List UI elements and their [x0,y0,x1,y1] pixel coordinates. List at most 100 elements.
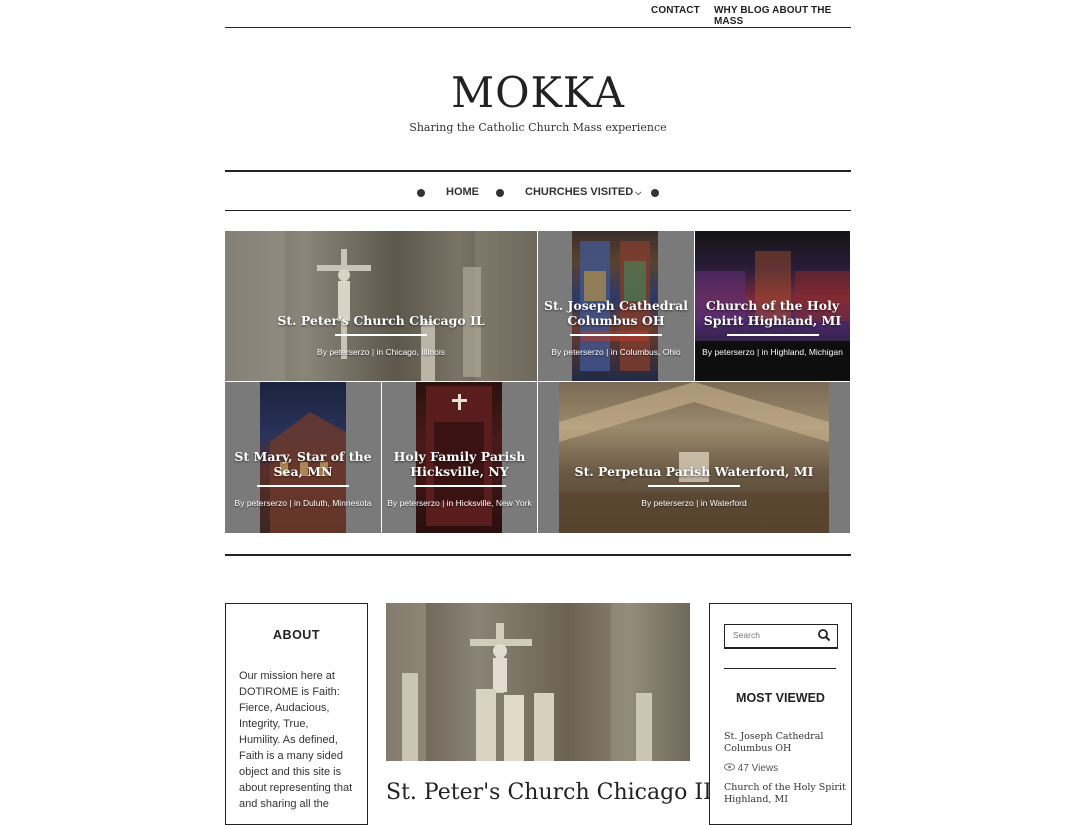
title-underline [648,485,740,487]
tile-title[interactable]: Church of the Holy Spirit Highland, MI [695,298,850,328]
meta-author[interactable]: peterserzo [400,498,440,508]
featured-post-tile[interactable]: St. Joseph Cathedral Columbus OH By pete… [538,231,694,381]
most-viewed-title: St. Joseph Cathedral [724,731,824,742]
about-line: Integrity, True, [239,718,309,730]
featured-post-tile[interactable]: Church of the Holy Spirit Highland, MI B… [695,231,850,381]
sidebar-widget: MOST VIEWED St. Joseph Cathedral Columbu… [709,603,852,825]
site-tagline: Sharing the Catholic Church Mass experie… [409,121,667,134]
meta-in: in [376,347,384,357]
meta-author[interactable]: peterserzo [654,498,694,508]
about-line: about representing that [239,782,353,794]
eye-icon [724,763,735,774]
meta-author[interactable]: peterserzo [564,347,604,357]
about-text: Our mission here at DOTIROME is Faith: F… [239,668,367,812]
section-divider [225,554,851,556]
featured-post-tile[interactable]: St Mary, Star of the Sea, MN By peterser… [225,382,381,533]
tile-title[interactable]: St Mary, Star of the Sea, MN [225,449,381,479]
about-heading: ABOUT [273,628,320,642]
most-viewed-heading: MOST VIEWED [736,691,825,705]
search-icon[interactable] [817,628,831,642]
sidebar-divider [724,668,836,669]
meta-place[interactable]: Hicksville, New York [456,498,532,508]
meta-place[interactable]: Duluth, Minnesota [303,498,372,508]
about-line: Our mission here at [239,670,335,682]
about-line: Faith is a many sided [239,750,343,762]
meta-place[interactable]: Waterford [710,498,747,508]
title-underline [413,485,506,487]
tile-caption: St. Peter's Church Chicago IL By peterse… [225,313,537,357]
post-title[interactable]: St. Peter's Church Chicago IL [386,780,718,805]
tile-caption: St. Joseph Cathedral Columbus OH By pete… [538,298,694,357]
meta-author[interactable]: peterserzo [714,347,754,357]
tile-caption: Holy Family Parish Hicksville, NY By pet… [382,449,537,508]
tile-meta: By peterserzo | in Chicago, Illinois [317,347,445,357]
chevron-down-icon: ⌵ [635,188,642,197]
tile-title[interactable]: St. Perpetua Parish Waterford, MI [538,464,850,479]
tile-title[interactable]: St. Joseph Cathedral Columbus OH [538,298,694,328]
meta-in: in [610,347,618,357]
tile-meta: By peterserzo | in Waterford [641,498,747,508]
meta-by: By [551,347,562,357]
site-title[interactable]: MOKKA [225,68,851,117]
meta-author[interactable]: peterserzo [247,498,287,508]
about-line: object and this site is [239,766,342,778]
tile-title[interactable]: St. Peter's Church Chicago IL [225,313,537,328]
title-underline [570,334,662,336]
church-nave-image [559,382,829,533]
view-count: 47 Views [724,763,778,774]
most-viewed-title: Highland, MI [724,794,788,805]
meta-in: in [446,498,454,508]
title-underline [257,485,349,487]
meta-by: By [641,498,652,508]
about-line: Humility. As defined, [239,734,338,746]
meta-by: By [702,347,713,357]
most-viewed-item[interactable]: St. Joseph Cathedral Columbus OH [724,731,823,755]
about-widget: ABOUT Our mission here at DOTIROME is Fa… [225,603,368,825]
title-underline [335,334,427,336]
meta-place[interactable]: Chicago, Illinois [385,347,445,357]
nav-churches-visited-label: CHURCHES VISITED [525,186,634,198]
crucifix-image [225,231,537,381]
meta-by: By [317,347,327,357]
featured-post-tile[interactable]: St. Peter's Church Chicago IL By peterse… [225,231,537,381]
most-viewed-item[interactable]: Church of the Holy Spirit Highland, MI [724,782,846,806]
nav-contact-link[interactable]: CONTACT [651,5,700,16]
meta-author[interactable]: peterserzo [329,347,369,357]
featured-image [225,231,537,381]
nav-bullet-icon [417,189,425,197]
tile-meta: By peterserzo | in Highland, Michigan [702,347,843,357]
meta-place[interactable]: Highland, Michigan [771,347,843,357]
nav-churches-visited-link[interactable]: CHURCHES VISITED ⌵ [525,186,641,198]
featured-post-tile[interactable]: St. Perpetua Parish Waterford, MI By pet… [538,382,850,533]
search-input[interactable] [725,625,813,645]
tile-caption: St. Perpetua Parish Waterford, MI By pet… [538,464,850,508]
meta-by: By [234,498,245,508]
view-count-label: 47 Views [737,763,779,774]
featured-post-tile[interactable]: Holy Family Parish Hicksville, NY By pet… [382,382,537,533]
post-featured-image[interactable] [386,603,690,761]
meta-by: By [387,498,398,508]
top-navigation: CONTACT WHY BLOG ABOUT THE MASS [225,0,851,28]
search-form [724,624,838,649]
title-underline [726,334,819,336]
nav-why-blog-link[interactable]: WHY BLOG ABOUT THE MASS [714,5,851,27]
tile-caption: Church of the Holy Spirit Highland, MI B… [695,298,850,357]
most-viewed-title: Church of the Holy Spirit [724,782,846,793]
main-navigation: HOME CHURCHES VISITED ⌵ [225,170,851,211]
tile-meta: By peterserzo | in Columbus, Ohio [551,347,681,357]
about-line: Fierce, Audacious, [239,702,330,714]
nav-bullet-icon [496,189,504,197]
meta-in: in [293,498,301,508]
most-viewed-title: Columbus OH [724,743,792,754]
meta-place[interactable]: Columbus, Ohio [620,347,681,357]
nav-home-link[interactable]: HOME [446,186,479,198]
tile-meta: By peterserzo | in Hicksville, New York [387,498,532,508]
meta-in: in [761,347,769,357]
featured-image [559,382,829,533]
about-line: DOTIROME is Faith: [239,686,340,698]
tile-title[interactable]: Holy Family Parish Hicksville, NY [382,449,537,479]
about-line: and sharing all the [239,798,329,810]
crucifix-image [386,603,690,761]
meta-in: in [700,498,708,508]
tile-meta: By peterserzo | in Duluth, Minnesota [234,498,372,508]
